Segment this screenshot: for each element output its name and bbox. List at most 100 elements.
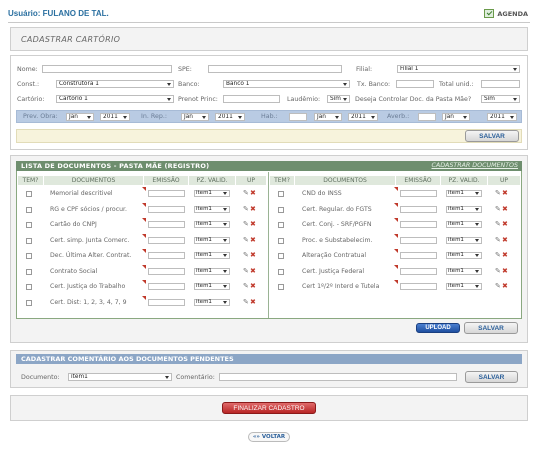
hab-year[interactable]: 2011 — [348, 113, 378, 121]
delete-icon[interactable]: ✖ — [502, 267, 508, 275]
document-checkbox[interactable] — [26, 299, 32, 306]
document-checkbox[interactable] — [26, 222, 32, 228]
emissao-input[interactable] — [400, 283, 437, 290]
pz-valid-select[interactable]: item1 — [194, 221, 230, 228]
delete-icon[interactable]: ✖ — [250, 267, 256, 275]
delete-icon[interactable]: ✖ — [250, 251, 256, 259]
cadastrar-documentos-link[interactable]: CADASTRAR DOCUMENTOS — [432, 162, 519, 169]
prevobra-month[interactable]: Jan — [66, 113, 94, 121]
filial-select[interactable]: Filial 1 — [397, 65, 520, 73]
document-checkbox[interactable] — [26, 268, 32, 275]
prevobra-year[interactable]: 2011 — [100, 113, 130, 121]
edit-icon[interactable]: ✎ — [243, 220, 249, 228]
emissao-input[interactable] — [148, 190, 185, 197]
emissao-input[interactable] — [148, 221, 185, 228]
pz-valid-select[interactable]: item1 — [446, 190, 482, 197]
delete-icon[interactable]: ✖ — [250, 298, 256, 306]
delete-icon[interactable]: ✖ — [250, 220, 256, 228]
edit-icon[interactable]: ✎ — [495, 220, 501, 228]
edit-icon[interactable]: ✎ — [495, 236, 501, 244]
const-select[interactable]: Construtora 1 — [56, 80, 174, 88]
emissao-input[interactable] — [400, 236, 437, 244]
voltar-button[interactable]: «» VOLTAR — [248, 432, 290, 442]
edit-icon[interactable]: ✎ — [495, 189, 501, 197]
document-checkbox[interactable] — [26, 206, 32, 213]
inrep-month[interactable]: Jan — [181, 113, 209, 121]
spe-input[interactable] — [208, 65, 342, 73]
emissao-input[interactable] — [148, 205, 185, 213]
agenda-link[interactable]: AGENDA — [484, 9, 528, 18]
emissao-input[interactable] — [148, 283, 185, 290]
edit-icon[interactable]: ✎ — [243, 282, 249, 290]
pz-valid-select[interactable]: item1 — [194, 283, 230, 290]
averb-day[interactable] — [418, 113, 436, 121]
nome-input[interactable] — [42, 65, 172, 73]
txbanco-input[interactable] — [396, 80, 434, 88]
delete-icon[interactable]: ✖ — [250, 282, 256, 290]
documents-save-button[interactable]: SALVAR — [464, 322, 518, 334]
pz-valid-select[interactable]: item1 — [446, 283, 482, 290]
document-checkbox[interactable] — [26, 237, 32, 244]
document-checkbox[interactable] — [278, 253, 284, 259]
emissao-input[interactable] — [148, 267, 185, 275]
edit-icon[interactable]: ✎ — [243, 251, 249, 259]
document-checkbox[interactable] — [278, 206, 284, 213]
edit-icon[interactable]: ✎ — [495, 282, 501, 290]
pz-valid-select[interactable]: item1 — [194, 252, 230, 259]
edit-icon[interactable]: ✎ — [243, 267, 249, 275]
delete-icon[interactable]: ✖ — [502, 205, 508, 213]
document-checkbox[interactable] — [278, 222, 284, 228]
document-checkbox[interactable] — [278, 237, 284, 244]
document-checkbox[interactable] — [26, 191, 32, 197]
emissao-input[interactable] — [400, 205, 437, 213]
emissao-input[interactable] — [148, 252, 185, 259]
finalizar-cadastro-button[interactable]: FINALIZAR CADASTRO — [222, 402, 316, 414]
pz-valid-select[interactable]: item1 — [446, 221, 482, 228]
prenot-input[interactable] — [223, 95, 280, 103]
comentario-input[interactable] — [219, 373, 457, 381]
inrep-year[interactable]: 2011 — [215, 113, 245, 121]
delete-icon[interactable]: ✖ — [250, 205, 256, 213]
cartorio-select[interactable]: Cartório 1 — [56, 95, 174, 103]
edit-icon[interactable]: ✎ — [243, 236, 249, 244]
pz-valid-select[interactable]: item1 — [194, 190, 230, 197]
delete-icon[interactable]: ✖ — [250, 189, 256, 197]
emissao-input[interactable] — [400, 221, 437, 228]
laudemio-select[interactable]: Sim — [327, 95, 350, 103]
totalunid-input[interactable] — [481, 80, 520, 88]
averb-month[interactable]: Jan — [442, 113, 470, 121]
pz-valid-select[interactable]: item1 — [446, 267, 482, 275]
edit-icon[interactable]: ✎ — [243, 298, 249, 306]
delete-icon[interactable]: ✖ — [502, 189, 508, 197]
comment-save-button[interactable]: SALVAR — [465, 371, 518, 383]
emissao-input[interactable] — [400, 190, 437, 197]
edit-icon[interactable]: ✎ — [495, 267, 501, 275]
edit-icon[interactable]: ✎ — [243, 189, 249, 197]
emissao-input[interactable] — [400, 267, 437, 275]
pz-valid-select[interactable]: item1 — [446, 236, 482, 244]
edit-icon[interactable]: ✎ — [495, 251, 501, 259]
document-checkbox[interactable] — [278, 268, 284, 275]
documento-select[interactable]: item1 — [68, 373, 172, 381]
delete-icon[interactable]: ✖ — [502, 236, 508, 244]
document-checkbox[interactable] — [26, 284, 32, 290]
hab-day[interactable] — [289, 113, 307, 121]
pz-valid-select[interactable]: item1 — [446, 252, 482, 259]
emissao-input[interactable] — [148, 236, 185, 244]
delete-icon[interactable]: ✖ — [502, 251, 508, 259]
delete-icon[interactable]: ✖ — [250, 236, 256, 244]
deseja-select[interactable]: Sim — [481, 95, 520, 103]
delete-icon[interactable]: ✖ — [502, 282, 508, 290]
save-button[interactable]: SALVAR — [465, 130, 519, 142]
delete-icon[interactable]: ✖ — [502, 220, 508, 228]
edit-icon[interactable]: ✎ — [243, 205, 249, 213]
document-checkbox[interactable] — [278, 191, 284, 197]
averb-year[interactable]: 2011 — [487, 113, 517, 121]
pz-valid-select[interactable]: item1 — [194, 267, 230, 275]
pz-valid-select[interactable]: item1 — [446, 205, 482, 213]
pz-valid-select[interactable]: item1 — [194, 236, 230, 244]
document-checkbox[interactable] — [26, 253, 32, 259]
hab-month[interactable]: Jan — [314, 113, 342, 121]
pz-valid-select[interactable]: item1 — [194, 205, 230, 213]
emissao-input[interactable] — [148, 298, 185, 306]
